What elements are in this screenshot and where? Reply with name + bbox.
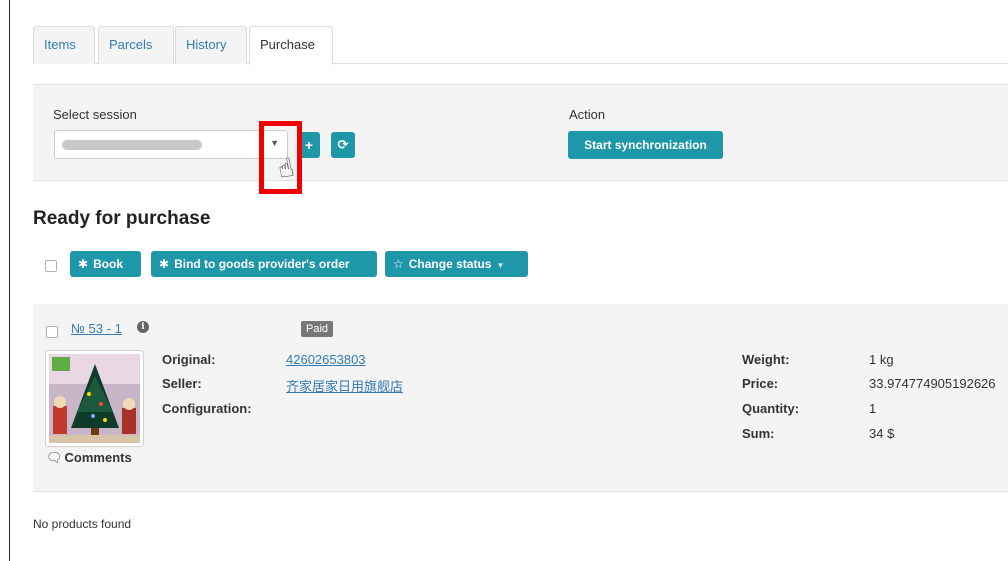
- tab-bar: Items Parcels History Purchase: [33, 26, 1008, 65]
- sum-label: Sum:: [742, 426, 775, 441]
- page-title: Ready for purchase: [33, 208, 211, 229]
- tab-history[interactable]: History: [175, 26, 247, 64]
- weight-value: 1 kg: [869, 352, 894, 367]
- bind-button-label: Bind to goods provider's order: [174, 257, 350, 271]
- price-label: Price:: [742, 376, 779, 391]
- refresh-icon: ⟳: [337, 137, 349, 152]
- configuration-label: Configuration:: [162, 401, 252, 416]
- change-status-button[interactable]: ☆ Change status ▼: [385, 251, 528, 277]
- original-link[interactable]: 42602653803: [286, 352, 366, 367]
- price-value: 33.974774905192626: [869, 376, 996, 391]
- order-checkbox[interactable]: [46, 326, 58, 338]
- sum-value: 34 $: [869, 426, 895, 441]
- action-label: Action: [569, 107, 606, 122]
- status-badge: Paid: [301, 321, 334, 337]
- quantity-label: Quantity:: [742, 401, 800, 416]
- christmas-tree-image: [49, 354, 140, 443]
- change-status-label: Change status: [408, 257, 492, 271]
- comments-link[interactable]: 🗨 Comments: [46, 450, 132, 466]
- tab-purchase[interactable]: Purchase: [249, 26, 333, 65]
- order-item: № 53 - 1 i Paid 🗨 Comments Original: 4260…: [33, 304, 1008, 492]
- quantity-value: 1: [869, 401, 877, 416]
- page-left-border: [9, 0, 10, 561]
- comments-icon: 🗨: [46, 450, 63, 465]
- plus-icon: +: [304, 137, 314, 153]
- caret-down-icon: ▼: [496, 261, 505, 270]
- comments-label: Comments: [64, 450, 132, 465]
- gear-icon: ✱: [78, 257, 89, 271]
- empty-message: No products found: [33, 517, 132, 531]
- order-number-link[interactable]: № 53 - 1: [71, 321, 122, 336]
- weight-label: Weight:: [742, 352, 790, 367]
- info-icon[interactable]: i: [137, 321, 149, 333]
- book-button[interactable]: ✱ Book: [70, 251, 141, 277]
- select-session-label: Select session: [53, 107, 137, 122]
- start-synchronization-button[interactable]: Start synchronization: [568, 131, 723, 159]
- refresh-session-button[interactable]: ⟳: [331, 132, 355, 158]
- session-select[interactable]: ▼: [54, 130, 288, 159]
- bind-to-order-button[interactable]: ✱ Bind to goods provider's order: [151, 251, 377, 277]
- gear-icon: ✱: [159, 257, 170, 271]
- book-button-label: Book: [93, 257, 124, 271]
- session-panel: Select session ▼ + ⟳ ☝ Action Start sync…: [33, 84, 1008, 194]
- original-label: Original:: [162, 352, 216, 367]
- tab-parcels[interactable]: Parcels: [98, 26, 174, 64]
- tab-items[interactable]: Items: [33, 26, 95, 64]
- product-thumbnail[interactable]: [45, 350, 144, 447]
- star-icon: ☆: [393, 257, 404, 271]
- select-all-checkbox[interactable]: [45, 260, 57, 272]
- seller-link[interactable]: 齐家居家日用旗舰店: [286, 376, 403, 395]
- seller-label: Seller:: [162, 376, 202, 391]
- session-select-value: [62, 140, 202, 150]
